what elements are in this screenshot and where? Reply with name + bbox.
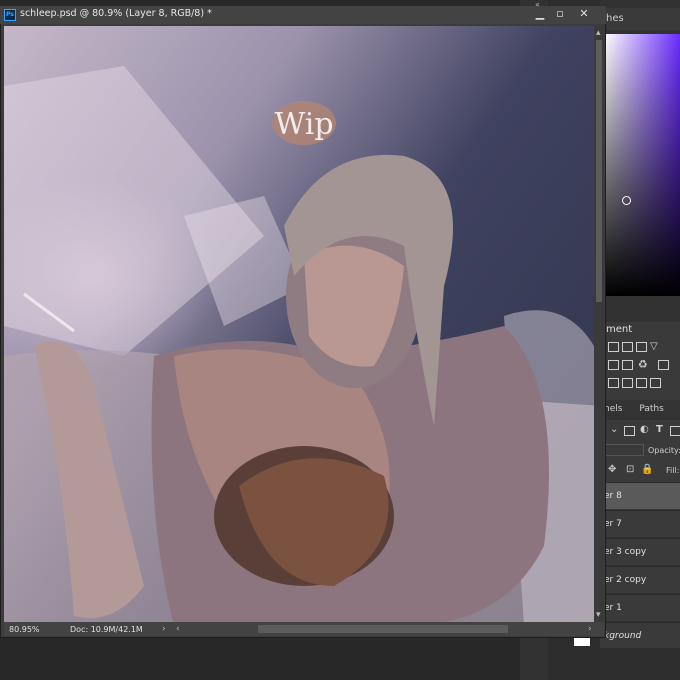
layer-name: er 1 (604, 603, 622, 613)
color-picker-ring[interactable] (622, 196, 631, 205)
zoom-level[interactable]: 80.95% (9, 625, 40, 634)
close-icon[interactable]: ✕ (574, 7, 594, 21)
hue-saturation-icon[interactable] (622, 360, 633, 370)
swatches-tab[interactable]: hes (600, 8, 680, 30)
layer-name: er 7 (604, 519, 622, 529)
brightness-icon[interactable] (608, 342, 619, 352)
filter-shape-icon[interactable] (670, 426, 680, 436)
tab-paths[interactable]: Paths (625, 404, 663, 414)
selective-color-icon[interactable] (636, 378, 647, 388)
blend-mode-select[interactable] (604, 444, 644, 456)
filter-adjustment-icon[interactable]: ◐ (640, 424, 649, 435)
color-picker-field[interactable] (604, 34, 680, 296)
layer-row[interactable]: er 3 copy (600, 538, 680, 565)
document-title: schleep.psd @ 80.9% (Layer 8, RGB/8) * (20, 8, 212, 19)
photoshop-icon: Ps (4, 9, 16, 21)
artboard-icon[interactable]: ⊡ (626, 464, 634, 475)
layer-name: er 2 copy (604, 575, 647, 585)
maximize-icon[interactable]: ▫ (550, 7, 570, 21)
vibrance-icon[interactable] (608, 360, 619, 370)
posterize-icon[interactable] (608, 378, 619, 388)
layer-name: er 8 (604, 491, 622, 501)
filter-type-icon[interactable]: T (656, 424, 663, 435)
artwork-canvas[interactable]: Wip (4, 26, 594, 622)
color-balance-icon[interactable]: ♻ (638, 358, 648, 371)
fill-label: Fill: (666, 466, 680, 475)
chevron-down-icon[interactable]: ⌄ (610, 424, 618, 435)
layer-row[interactable]: er 2 copy (600, 566, 680, 593)
layer-row[interactable]: er 8 (600, 482, 680, 509)
collapse-panels-icon[interactable]: « (535, 0, 540, 9)
levels-icon[interactable] (622, 342, 633, 352)
invert-icon[interactable] (650, 378, 661, 388)
threshold-icon[interactable] (622, 378, 633, 388)
scroll-right-icon[interactable]: › (588, 624, 592, 634)
adjustments-title: ment (606, 324, 633, 335)
scroll-up-icon[interactable]: ▴ (596, 28, 601, 38)
document-size-info[interactable]: Doc: 10.9M/42.1M (70, 625, 143, 634)
curves-icon[interactable] (636, 342, 647, 352)
lock-icon[interactable]: 🔒 (641, 464, 653, 475)
layer-row[interactable]: er 7 (600, 510, 680, 537)
swatches-tab-label: hes (606, 13, 624, 24)
opacity-label: Opacity: (648, 446, 680, 455)
layer-row[interactable]: kground (600, 622, 680, 649)
layer-name: kground (604, 631, 642, 641)
minimize-icon[interactable]: ▁ (530, 7, 550, 21)
layers-panel-footer (600, 648, 680, 680)
chevron-right-icon[interactable]: › (162, 624, 166, 634)
horizontal-scrollbar-thumb[interactable] (258, 625, 508, 633)
layer-name: er 3 copy (604, 547, 647, 557)
move-icon[interactable]: ✥ (608, 464, 616, 475)
filter-image-icon[interactable] (624, 426, 635, 436)
vertical-scrollbar-thumb[interactable] (596, 40, 602, 302)
scroll-left-icon[interactable]: ‹ (176, 624, 180, 634)
layers-panel-tabs: nels Paths (600, 400, 680, 418)
gradient-map-icon[interactable]: ▽ (650, 341, 658, 352)
channel-mixer-icon[interactable] (658, 360, 669, 370)
scroll-down-icon[interactable]: ▾ (596, 610, 601, 620)
artwork-painting: Wip (4, 66, 594, 622)
wip-annotation: Wip (274, 107, 333, 142)
layer-row[interactable]: er 1 (600, 594, 680, 621)
